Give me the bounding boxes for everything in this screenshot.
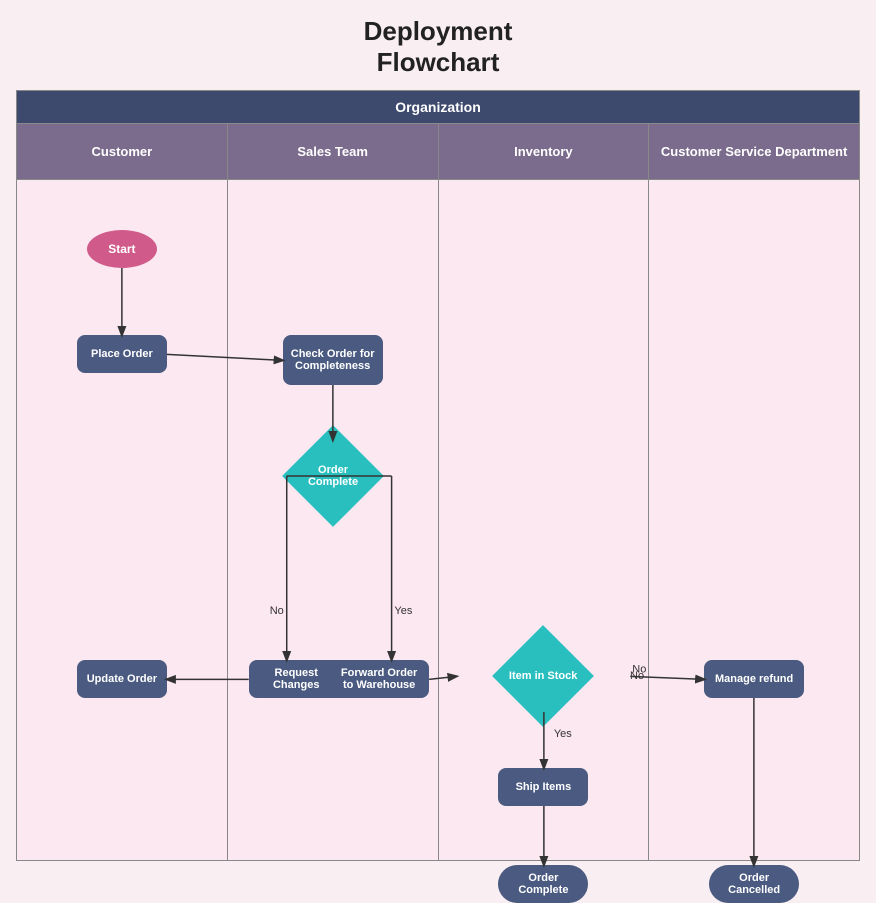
node-place-order: Place Order bbox=[77, 335, 167, 373]
arrows-customer bbox=[17, 180, 227, 860]
col-body-sales: Check Order for Completeness Order Compl… bbox=[228, 180, 438, 860]
col-header-csd: Customer Service Department bbox=[649, 124, 859, 180]
col-body-customer: Start Place Order Update Order bbox=[17, 180, 227, 860]
node-update-order: Update Order bbox=[77, 660, 167, 698]
node-ship-items: Ship Items bbox=[498, 768, 588, 806]
node-order-cancelled: Order Cancelled bbox=[709, 865, 799, 903]
col-customer: Customer Start Place Order Update Order bbox=[17, 124, 228, 860]
col-body-inventory: Item in Stock Ship Items Order Complete … bbox=[439, 180, 649, 860]
node-forward-order: Forward Order to Warehouse bbox=[329, 660, 429, 698]
org-header: Organization bbox=[17, 91, 859, 123]
page-title: DeploymentFlowchart bbox=[16, 16, 860, 78]
columns: Customer Start Place Order Update Order bbox=[17, 123, 859, 860]
label-yes-1: Yes bbox=[394, 605, 412, 617]
node-order-complete: Order Complete bbox=[282, 425, 384, 527]
label-no-2: No bbox=[630, 670, 644, 682]
col-header-sales: Sales Team bbox=[228, 124, 438, 180]
node-start: Start bbox=[87, 230, 157, 268]
label-yes-2: Yes bbox=[554, 728, 572, 740]
col-header-customer: Customer bbox=[17, 124, 227, 180]
node-order-complete-end: Order Complete bbox=[498, 865, 588, 903]
arrows-csd bbox=[649, 180, 859, 860]
col-body-csd: Manage refund Order Cancelled bbox=[649, 180, 859, 860]
page: DeploymentFlowchart Organization Custome… bbox=[0, 0, 876, 877]
col-sales: Sales Team Check Order for Completeness … bbox=[228, 124, 439, 860]
col-csd: Customer Service Department Manage refun… bbox=[649, 124, 859, 860]
col-inventory: Inventory Item in Stock Ship Items Order… bbox=[439, 124, 650, 860]
node-check-order: Check Order for Completeness bbox=[283, 335, 383, 385]
arrows-inventory bbox=[439, 180, 649, 860]
col-header-inventory: Inventory bbox=[439, 124, 649, 180]
node-item-in-stock: Item in Stock bbox=[492, 625, 594, 727]
node-manage-refund: Manage refund bbox=[704, 660, 804, 698]
label-no-1: No bbox=[270, 605, 284, 617]
chart-outer: Organization Customer Start Place Order bbox=[16, 90, 860, 861]
